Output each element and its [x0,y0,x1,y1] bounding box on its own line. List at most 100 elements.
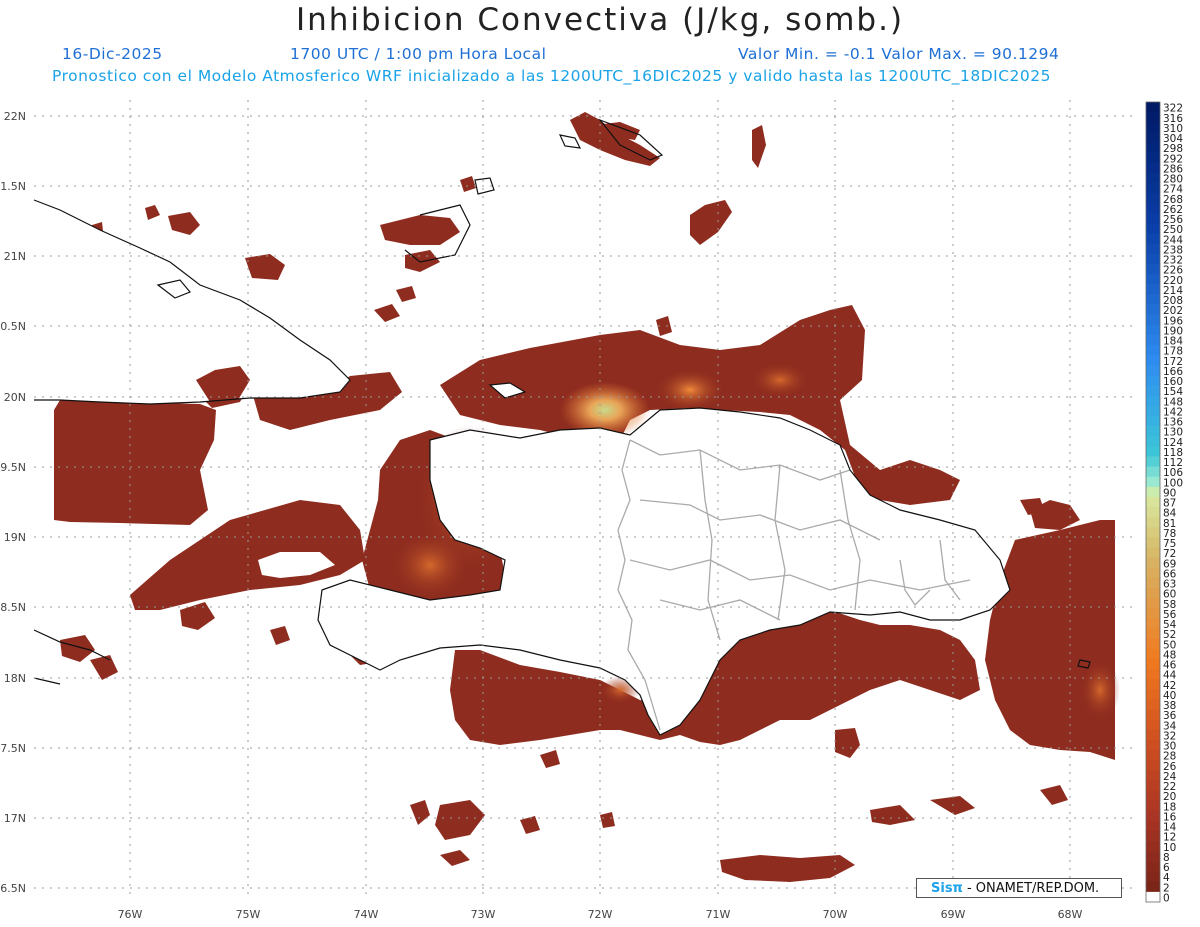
colorbar-swatch [1146,314,1160,326]
lon-label: 71W [706,908,731,921]
colorbar-swatch [1146,334,1160,346]
colorbar-swatch [1146,800,1160,812]
colorbar-swatch [1146,375,1160,386]
colorbar-swatch [1146,780,1160,792]
colorbar-swatch [1146,152,1160,164]
colorbar-swatch [1146,203,1160,214]
colorbar-swatch [1146,770,1160,781]
credit-logo: Sisπ [931,881,963,896]
lat-label: 6.5N [0,882,26,895]
colorbar-swatch [1146,790,1160,802]
colorbar-swatch [1146,527,1160,538]
colorbar-swatch [1146,284,1160,295]
colorbar-swatch [1146,183,1160,194]
lat-label: 8.5N [0,601,26,614]
colorbar-swatch [1146,871,1160,883]
colorbar-swatch [1146,223,1160,235]
colorbar-swatch [1146,365,1160,376]
colorbar-swatch [1146,324,1160,336]
colorbar-swatch [1146,729,1160,741]
colorbar-swatch [1146,132,1160,143]
lat-label: 1.5N [0,180,26,193]
colorbar-swatch [1146,638,1160,650]
colorbar-swatch [1146,820,1160,832]
colorbar-swatch [1146,496,1160,508]
colorbar-swatch [1146,466,1160,478]
colorbar-swatch [1146,415,1160,427]
colorbar-swatch [1146,851,1160,862]
colorbar-swatch [1146,172,1160,184]
longitude-labels: 76W 75W 74W 73W 72W 71W 70W 69W 68W [118,908,1083,921]
colorbar-swatch [1146,831,1160,842]
colorbar-swatch [1146,304,1160,316]
colorbar-swatch [1146,750,1160,761]
lat-label: 19N [4,531,26,544]
colorbar-swatch [1146,810,1160,822]
colorbar-swatch [1146,264,1160,275]
colorbar-swatch [1146,648,1160,660]
colorbar-swatch [1146,679,1160,690]
lon-label: 74W [354,908,379,921]
colorbar-swatch [1146,891,1160,903]
colorbar-swatch [1146,669,1160,680]
lat-label: 0.5N [0,320,26,333]
colorbar-swatch [1146,213,1160,224]
colorbar-swatch [1146,162,1160,174]
colorbar-swatch [1146,618,1160,629]
colorbar-swatch [1146,456,1160,467]
colorbar-swatch [1146,274,1160,285]
colorbar-swatch [1146,699,1160,710]
colorbar-swatch [1146,233,1160,245]
lat-label: 9.5N [0,461,26,474]
colorbar-swatch [1146,628,1160,640]
colorbar-swatch [1146,537,1160,548]
lon-label: 68W [1058,908,1083,921]
colorbar-swatch [1146,507,1160,518]
lon-label: 69W [941,908,966,921]
colorbar-swatch [1146,142,1160,154]
colorbar-swatch [1146,658,1160,670]
colorbar-swatch [1146,709,1160,721]
colorbar-swatch [1146,385,1160,397]
colorbar-swatch [1146,841,1160,852]
cin-map: 22N 1.5N 21N 0.5N 20N 9.5N 19N 8.5N 18N … [0,100,1183,921]
colorbar-swatch [1146,739,1160,751]
lon-label: 76W [118,908,143,921]
colorbar-swatch [1146,253,1160,265]
colorbar-swatch [1146,426,1160,437]
colorbar-swatch [1146,577,1160,589]
colorbar-swatch [1146,881,1160,893]
colorbar-swatch [1146,689,1160,700]
colorbar-swatch [1146,476,1160,488]
colorbar-swatch [1146,486,1160,498]
lat-label: 18N [4,672,26,685]
colorbar-swatch [1146,405,1160,417]
colorbar-swatch [1146,243,1160,255]
colorbar-swatch [1146,446,1160,457]
colorbar-swatch [1146,760,1160,771]
lat-label: 17N [4,812,26,825]
colorbar-swatch [1146,122,1160,133]
lat-label: 22N [4,110,26,123]
colorbar-swatch [1146,395,1160,407]
colorbar-swatch [1146,567,1160,579]
colorbar-swatch [1146,588,1160,599]
colorbar-swatch [1146,598,1160,609]
colorbar-swatch [1146,557,1160,569]
lat-label: 7.5N [0,742,26,755]
colorbar-swatch [1146,547,1160,559]
credit-text: - ONAMET/REP.DOM. [962,881,1100,896]
credit-box: Sisπ - ONAMET/REP.DOM. [916,878,1122,898]
colorbar-swatch [1146,861,1160,873]
colorbar-swatch [1146,345,1160,356]
colorbar-swatch [1146,719,1160,731]
lon-label: 70W [823,908,848,921]
lat-label: 21N [4,250,26,263]
lon-label: 72W [588,908,613,921]
colorbar: 3223163103042982922862802742682622562502… [1145,101,1183,905]
colorbar-swatch [1146,112,1160,123]
lon-label: 75W [236,908,261,921]
colorbar-swatch [1146,294,1160,305]
lon-label: 73W [471,908,496,921]
colorbar-swatch [1146,355,1160,366]
